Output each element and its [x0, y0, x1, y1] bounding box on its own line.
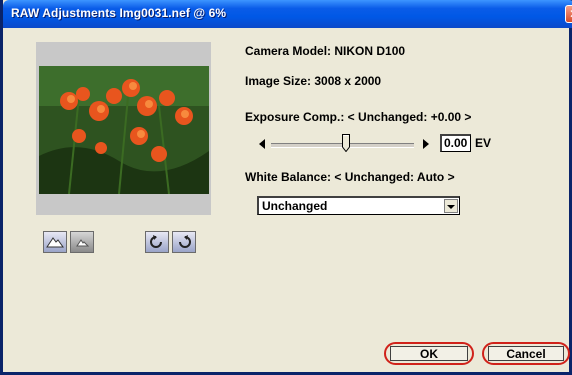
raw-adjustments-dialog: RAW Adjustments Img0031.nef @ 6% ✕ [0, 0, 572, 375]
image-size-label: Image Size: 3008 x 2000 [245, 74, 382, 88]
camera-model-label: Camera Model: NIKON D100 [245, 44, 406, 58]
mountain-large-icon[interactable] [43, 231, 67, 253]
exposure-comp-label: Exposure Comp.: < Unchanged: +0.00 > [245, 110, 472, 124]
cancel-button[interactable]: Cancel [482, 342, 570, 365]
preview-image [39, 66, 209, 194]
chevron-down-icon[interactable] [444, 199, 458, 213]
white-balance-select[interactable]: Unchanged [257, 196, 460, 215]
ok-button[interactable]: OK [384, 342, 474, 365]
window-title: RAW Adjustments Img0031.nef @ 6% [11, 6, 227, 20]
close-icon[interactable]: ✕ [565, 5, 572, 23]
mountain-small-icon[interactable] [70, 231, 94, 253]
cancel-button-label: Cancel [488, 346, 564, 361]
slider-increase-icon[interactable] [423, 139, 429, 149]
white-balance-value: Unchanged [262, 199, 328, 213]
title-bar[interactable]: RAW Adjustments Img0031.nef @ 6% ✕ [3, 0, 572, 28]
white-balance-label: White Balance: < Unchanged: Auto > [245, 170, 455, 184]
ev-value-field[interactable]: 0.00 [440, 134, 471, 152]
exposure-slider-thumb[interactable] [342, 134, 350, 152]
rotate-cw-icon[interactable] [172, 231, 196, 253]
ok-button-label: OK [390, 346, 468, 361]
ev-unit-label: EV [475, 136, 492, 150]
rotate-ccw-icon[interactable] [145, 231, 169, 253]
slider-decrease-icon[interactable] [259, 139, 265, 149]
